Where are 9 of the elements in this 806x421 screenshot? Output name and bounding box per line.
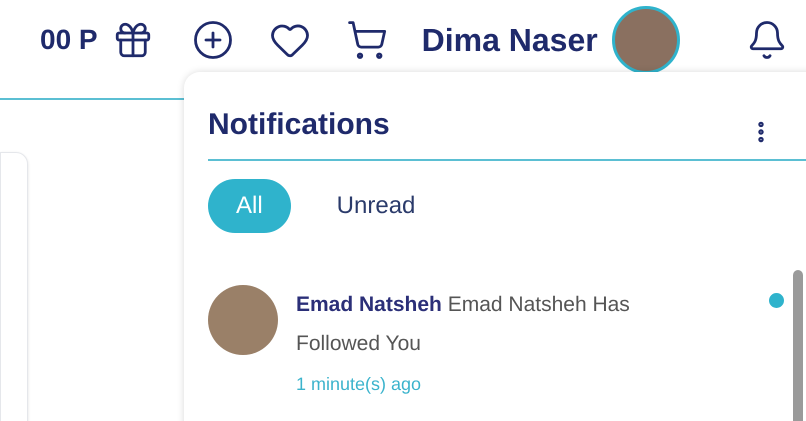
notifications-title: Notifications	[208, 107, 390, 143]
add-icon[interactable]	[192, 19, 234, 61]
user-name[interactable]: Dima Naser	[422, 16, 598, 64]
scrollbar-thumb[interactable]	[793, 270, 803, 421]
notification-message[interactable]: Emad Natsheh Emad Natsheh Has Followed You	[296, 285, 676, 363]
points-balance: 00 P	[40, 23, 98, 57]
notification-time: 1 minute(s) ago	[296, 373, 422, 396]
cart-icon[interactable]	[346, 19, 388, 61]
filter-tab[interactable]: Unread	[308, 179, 444, 233]
